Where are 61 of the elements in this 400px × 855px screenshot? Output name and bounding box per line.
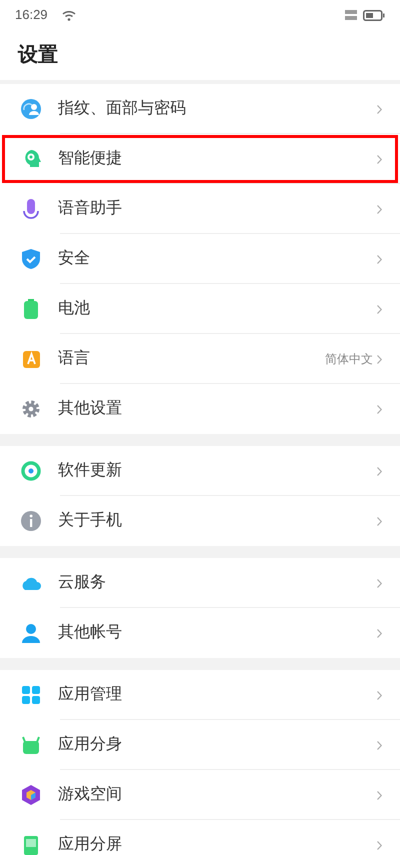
chevron-icon: [377, 740, 382, 750]
person-icon: [20, 622, 42, 644]
battery-icon: [363, 10, 385, 20]
item-label: 关于手机: [58, 510, 122, 531]
info-icon: [20, 510, 42, 532]
item-label: 应用管理: [58, 684, 122, 705]
settings-item[interactable]: 电池: [0, 284, 400, 334]
chevron-icon: [377, 578, 382, 588]
chevron-icon: [377, 516, 382, 526]
settings-item[interactable]: 语音助手: [0, 184, 400, 234]
item-label: 安全: [58, 248, 90, 269]
item-label: 软件更新: [58, 460, 122, 481]
settings-item[interactable]: 云服务: [0, 558, 400, 608]
chevron-icon: [377, 204, 382, 214]
settings-item[interactable]: 软件更新: [0, 446, 400, 496]
gear-icon: [20, 398, 42, 420]
status-time: 16:29: [15, 6, 48, 24]
wifi-icon: [62, 10, 76, 20]
chevron-icon: [377, 404, 382, 414]
chevron-icon: [377, 254, 382, 264]
chevron-icon: [377, 840, 382, 850]
chevron-icon: [377, 104, 382, 114]
settings-item[interactable]: 语言 简体中文: [0, 334, 400, 384]
item-label: 云服务: [58, 573, 106, 593]
chevron-icon: [377, 790, 382, 800]
settings-item[interactable]: 应用管理: [0, 670, 400, 720]
item-label: 游戏空间: [58, 784, 122, 805]
chevron-icon: [377, 690, 382, 700]
item-label: 智能便捷: [58, 148, 122, 169]
item-label: 电池: [58, 298, 90, 319]
chevron-icon: [377, 354, 382, 364]
grid-icon: [20, 684, 42, 706]
microphone-icon: [20, 198, 42, 220]
item-label: 其他帐号: [58, 622, 122, 643]
settings-item[interactable]: 其他帐号: [0, 608, 400, 658]
settings-item[interactable]: 游戏空间: [0, 770, 400, 820]
settings-item[interactable]: 安全: [0, 234, 400, 284]
shield-icon: [20, 248, 42, 270]
item-label: 应用分屏: [58, 834, 122, 855]
chevron-icon: [377, 628, 382, 638]
letter-a-icon: [20, 348, 42, 370]
chevron-icon: [377, 304, 382, 314]
chevron-icon: [377, 466, 382, 476]
settings-item[interactable]: 指纹、面部与密码: [0, 84, 400, 134]
item-label: 语言: [58, 348, 90, 369]
sync-icon: [20, 460, 42, 482]
fingerprint-face-icon: [20, 98, 42, 120]
page-title: 设置: [18, 43, 58, 68]
settings-item[interactable]: 应用分身: [0, 720, 400, 770]
item-label: 指纹、面部与密码: [58, 98, 186, 119]
item-label: 其他设置: [58, 398, 122, 419]
item-value: 简体中文: [325, 351, 373, 368]
chevron-icon: [377, 154, 382, 164]
item-label: 应用分身: [58, 734, 122, 755]
robot-icon: [20, 734, 42, 756]
settings-item[interactable]: 应用分屏: [0, 820, 400, 855]
cube-icon: [20, 784, 42, 806]
item-label: 语音助手: [58, 198, 122, 219]
settings-item[interactable]: 其他设置: [0, 384, 400, 434]
settings-item[interactable]: 智能便捷: [0, 134, 400, 184]
settings-item[interactable]: 关于手机: [0, 496, 400, 546]
